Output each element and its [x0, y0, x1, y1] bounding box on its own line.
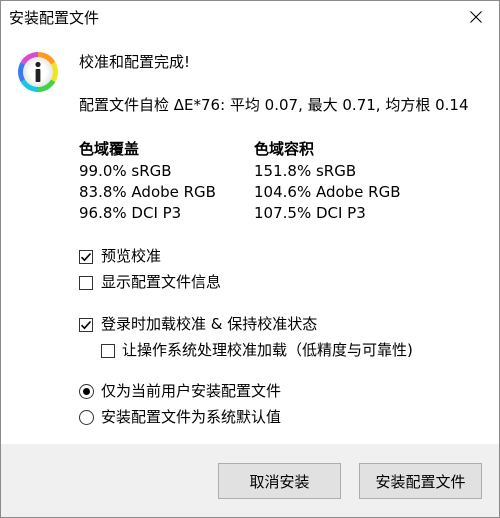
title-bar: 安装配置文件 — [1, 1, 499, 33]
coverage-dci-p3: 96.8% DCI P3 — [79, 204, 182, 222]
radio-selected-dot — [83, 388, 90, 395]
os-handle-calibration-checkbox[interactable] — [101, 344, 115, 358]
completion-heading: 校准和配置完成! — [79, 53, 191, 71]
cancel-install-button[interactable]: 取消安装 — [218, 463, 341, 499]
coverage-title: 色域覆盖 — [79, 140, 140, 158]
show-profile-info-checkbox[interactable] — [79, 276, 93, 290]
coverage-srgb: 99.0% sRGB — [79, 162, 172, 180]
window-title: 安装配置文件 — [9, 9, 100, 27]
install-system-default-label[interactable]: 安装配置文件为系统默认值 — [101, 407, 281, 427]
os-handle-calibration-label[interactable]: 让操作系统处理校准加载（低精度与可靠性) — [122, 340, 413, 360]
install-current-user-radio[interactable] — [79, 384, 94, 399]
close-icon — [470, 11, 482, 23]
load-on-login-checkbox[interactable] — [79, 318, 93, 332]
volume-dci-p3: 107.5% DCI P3 — [254, 204, 366, 222]
coverage-adobe-rgb: 83.8% Adobe RGB — [79, 183, 216, 201]
checkmark-icon — [80, 320, 92, 330]
volume-adobe-rgb: 104.6% Adobe RGB — [254, 183, 401, 201]
button-bar: 取消安装 安装配置文件 — [1, 444, 499, 517]
info-icon — [18, 52, 58, 92]
show-profile-info-label[interactable]: 显示配置文件信息 — [101, 272, 221, 292]
load-on-login-label[interactable]: 登录时加载校准 & 保持校准状态 — [101, 314, 317, 334]
checkmark-icon — [80, 252, 92, 262]
profile-check-summary: 配置文件自检 ΔE*76: 平均 0.07, 最大 0.71, 均方根 0.14 — [79, 96, 469, 114]
install-system-default-radio[interactable] — [79, 410, 94, 425]
install-current-user-label[interactable]: 仅为当前用户安装配置文件 — [101, 381, 281, 401]
install-profile-button[interactable]: 安装配置文件 — [359, 463, 482, 499]
close-button[interactable] — [453, 1, 499, 33]
preview-calibration-checkbox[interactable] — [79, 250, 93, 264]
volume-title: 色域容积 — [254, 140, 315, 158]
volume-srgb: 151.8% sRGB — [254, 162, 357, 180]
install-profile-dialog: 安装配置文件 校准和配置完成! 配置文件自检 ΔE*76: 平均 0.07, 最… — [0, 0, 500, 518]
preview-calibration-label[interactable]: 预览校准 — [101, 246, 161, 266]
